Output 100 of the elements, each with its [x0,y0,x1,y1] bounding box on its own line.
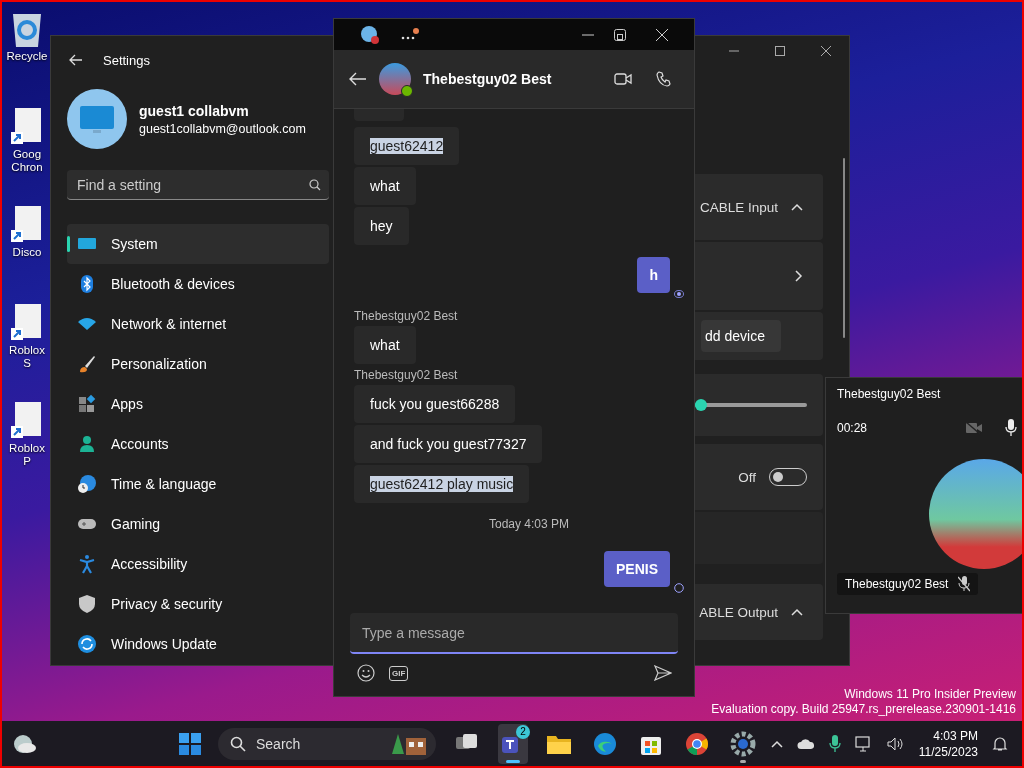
nav-item[interactable]: Accessibility [67,544,329,584]
message-text: what [370,178,400,194]
message-bubble[interactable]: what [354,167,416,205]
microphone-icon[interactable] [828,735,841,753]
message-bubble[interactable]: hey [354,207,409,245]
settings-icon [730,731,756,757]
message-bubble[interactable]: PENIS [604,551,670,587]
emoji-icon[interactable] [357,664,375,682]
user-avatar-icon[interactable] [67,89,127,149]
message-text: fuck you guest66288 [370,396,500,412]
gif-button[interactable]: GIF [389,665,409,681]
update-icon [77,634,97,654]
accessibility-icon [77,554,97,574]
chevron-up-icon[interactable] [770,740,783,748]
sender-name: Thebestguy02 Best [354,309,458,323]
phone-icon[interactable] [656,71,672,87]
search-icon [309,179,321,191]
notification-bell-icon[interactable] [992,736,1008,752]
caller-name: Thebestguy02 Best [837,387,942,401]
nav-item[interactable]: Time & language [67,464,329,504]
chevron-up-icon[interactable] [791,203,803,211]
search-icon [230,736,246,752]
timestamp: Today 4:03 PM [488,517,569,531]
desktop-icon-label[interactable]: Goog Chron [4,148,50,175]
message-text: what [370,337,400,353]
call-duration: 00:28 [837,421,868,435]
device-value[interactable]: ABLE Output [699,604,778,620]
back-arrow-icon[interactable] [349,72,367,86]
volume-icon[interactable] [886,737,905,751]
nav-item[interactable]: Windows Update [67,624,329,664]
apps-icon [77,394,97,414]
more-options-icon[interactable] [400,27,420,42]
contact-name: Thebestguy02 Best [423,71,552,87]
clock-time[interactable]: 4:03 PM [933,728,978,744]
nav-item[interactable]: Network & internet [67,304,329,344]
maximize-icon[interactable] [775,46,785,56]
chevron-right-icon[interactable] [795,270,803,282]
send-icon[interactable] [654,665,672,681]
sender-name: Thebestguy02 Best [354,368,458,382]
desktop-icon-label[interactable]: Roblox P [4,442,50,469]
watermark-text: Windows 11 Pro Insider Preview [844,687,1016,702]
taskbar-search-field[interactable]: Search [218,728,436,760]
close-icon[interactable] [656,28,668,41]
message-bubble[interactable]: guest62412 play music [354,465,530,503]
time-icon [77,474,97,494]
user-email: guest1collabvm@outlook.com [139,121,306,136]
close-icon[interactable] [821,46,831,56]
nav-item[interactable]: Bluetooth & devices [67,264,329,304]
chrome-icon [684,731,710,757]
message-text: guest62412 [370,138,444,154]
accounts-icon [77,434,97,454]
add-device-button[interactable]: dd device [701,320,781,352]
nav-item[interactable]: Gaming [67,504,329,544]
nav-item[interactable]: System [67,224,329,264]
nav-item[interactable]: Privacy & security [67,584,329,624]
settings-search-field[interactable]: Find a setting [67,170,329,200]
scrollbar[interactable] [843,158,845,338]
user-name: guest1 collabvm [139,102,250,119]
file-shortcut-icon[interactable] [10,108,44,146]
clock-date[interactable]: 11/25/2023 [918,744,978,760]
message-bubble[interactable]: fuck you guest66288 [354,385,516,423]
cloud-icon[interactable] [796,738,815,750]
start-icon[interactable] [178,732,202,756]
contact-avatar[interactable] [379,63,411,95]
microphone-icon[interactable] [1005,419,1017,437]
back-arrow-icon[interactable] [69,54,83,66]
toggle-state-label: Off [738,469,756,485]
device-value[interactable]: CABLE Input [699,199,778,215]
message-bubble[interactable]: what [354,326,416,364]
taskbar-app[interactable]: 2 [498,724,528,764]
privacy-icon [77,594,97,614]
chevron-up-icon[interactable] [791,608,803,616]
message-bubble[interactable]: h [637,257,670,293]
profile-avatar-icon[interactable] [360,24,380,45]
camera-off-icon[interactable] [965,421,983,435]
restore-icon[interactable] [614,28,626,41]
network-icon[interactable] [854,736,873,752]
nav-item[interactable]: Apps [67,384,329,424]
watermark-text: Evaluation copy. Build 25947.rs_prerelease.230901-1416 [711,702,1016,717]
brush-icon [77,354,97,374]
file-shortcut-icon[interactable] [10,206,44,244]
message-bubble[interactable]: guest62412 [354,127,460,165]
file-shortcut-icon[interactable] [10,402,44,440]
participant-name: Thebestguy02 Best [845,577,949,591]
file-shortcut-icon[interactable] [10,304,44,342]
desktop-icon-label[interactable]: Disco [4,246,50,260]
message-text: guest62412 play music [370,476,514,492]
nav-item[interactable]: Personalization [67,344,329,384]
message-input[interactable]: Type a message [350,613,678,654]
nav-item[interactable]: Accounts [67,424,329,464]
message-bubble[interactable]: and fuck you guest77327 [354,425,543,463]
video-call-icon[interactable] [614,72,632,86]
window-title: Settings [103,52,150,68]
weather-cloud-icon[interactable] [12,733,38,755]
message-text: and fuck you guest77327 [370,436,527,452]
message-text: hey [370,218,393,234]
desktop-icon-label[interactable]: Roblox S [4,344,50,371]
edge-icon [592,731,618,757]
notification-badge: 2 [516,725,530,739]
desktop-icon-label[interactable]: Recycle [4,50,50,64]
